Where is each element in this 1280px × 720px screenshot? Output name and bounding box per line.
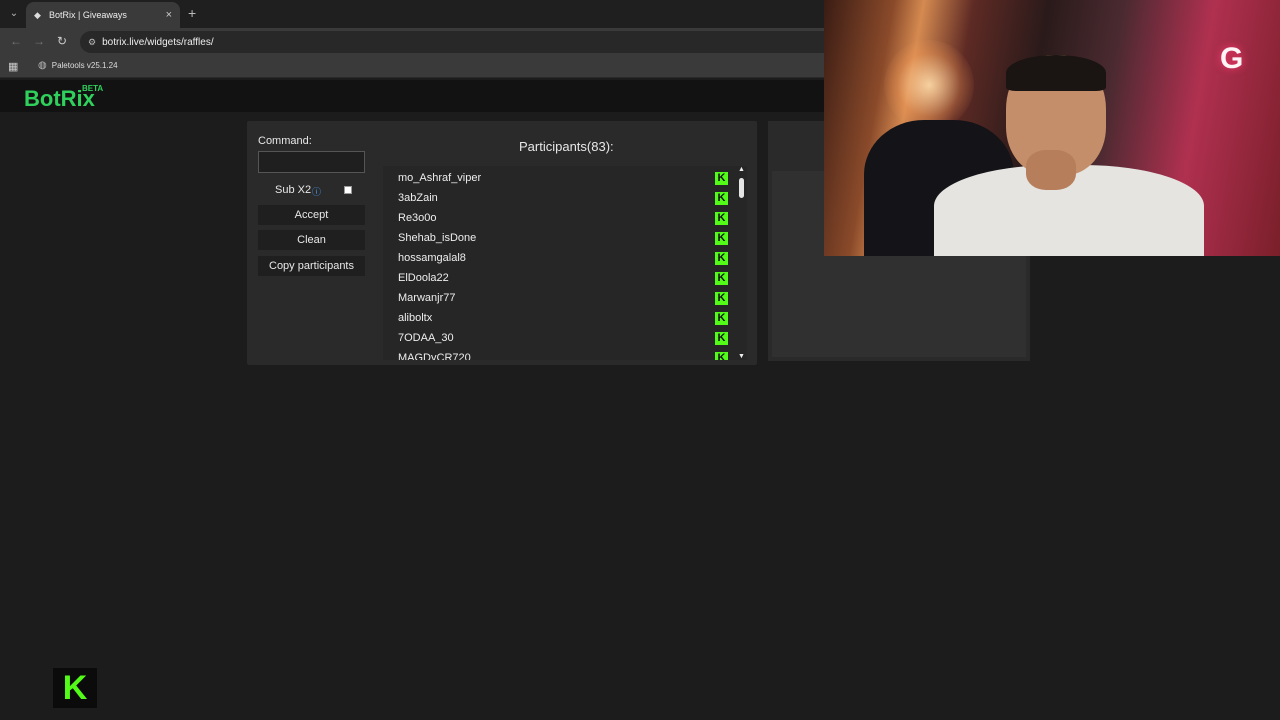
apps-grid-icon[interactable]: ▦ xyxy=(8,60,18,73)
new-tab-button[interactable]: + xyxy=(188,5,196,21)
accept-button[interactable]: Accept xyxy=(258,205,365,225)
kick-icon: K xyxy=(715,311,728,325)
scroll-thumb[interactable] xyxy=(739,178,744,198)
list-item[interactable]: MAGDyCR720 K xyxy=(398,348,728,360)
list-item[interactable]: aliboltx K xyxy=(398,308,728,328)
participant-name: MAGDyCR720 xyxy=(398,352,471,360)
list-item[interactable]: Re3o0o K xyxy=(398,208,728,228)
participant-name: aliboltx xyxy=(398,312,433,324)
command-input[interactable] xyxy=(258,151,365,173)
close-tab-icon[interactable]: × xyxy=(166,9,172,21)
kick-icon: K xyxy=(715,171,728,185)
beta-badge: BETA xyxy=(82,84,104,93)
participant-name: ElDoola22 xyxy=(398,272,449,284)
botrix-favicon-icon: ◆ xyxy=(34,9,41,20)
participant-name: Re3o0o xyxy=(398,212,437,224)
clean-button[interactable]: Clean xyxy=(258,230,365,250)
command-label: Command: xyxy=(258,135,312,147)
sub-x2-label: Sub X2 xyxy=(275,184,312,196)
address-bar[interactable]: ⚙ botrix.live/widgets/raffles/ xyxy=(80,31,840,53)
kick-icon: K xyxy=(715,231,728,245)
webcam-person xyxy=(934,55,1204,256)
webcam-overlay: G xyxy=(824,0,1280,256)
reload-icon[interactable]: ↻ xyxy=(57,34,67,48)
kick-icon: K xyxy=(715,291,728,305)
webcam-person-hair xyxy=(1006,55,1106,91)
neon-sign-logo: G xyxy=(1220,42,1244,75)
participants-scrollbar[interactable]: ▲ ▼ xyxy=(736,166,747,360)
info-icon[interactable]: ⓘ xyxy=(312,185,321,198)
participant-name: Shehab_isDone xyxy=(398,232,477,244)
participant-name: mo_Ashraf_viper xyxy=(398,172,482,184)
tab-title: BotRix | Giveaways xyxy=(49,10,127,20)
url-text: botrix.live/widgets/raffles/ xyxy=(102,36,214,48)
raffle-panel: Command: Sub X2 ⓘ Accept Clean Copy part… xyxy=(247,121,757,365)
sub-x2-checkbox[interactable] xyxy=(344,186,352,194)
site-info-icon[interactable]: ⚙ xyxy=(88,37,96,48)
list-item[interactable]: Marwanjr77 K xyxy=(398,288,728,308)
participant-name: Marwanjr77 xyxy=(398,292,456,304)
browser-tab[interactable]: ◆ BotRix | Giveaways × xyxy=(26,2,180,28)
forward-icon[interactable]: → xyxy=(33,34,45,48)
kick-logo: K xyxy=(53,668,97,708)
list-item[interactable]: 7ODAA_30 K xyxy=(398,328,728,348)
participants-title: Participants(83): xyxy=(519,139,614,154)
list-item[interactable]: hossamgalal8 K xyxy=(398,248,728,268)
bookmark-label: Paletools v25.1.24 xyxy=(51,61,118,70)
kick-icon: K xyxy=(715,251,728,265)
scroll-up-icon[interactable]: ▲ xyxy=(738,166,745,173)
participant-name: 7ODAA_30 xyxy=(398,332,454,344)
kick-icon: K xyxy=(715,331,728,345)
copy-participants-button[interactable]: Copy participants xyxy=(258,256,365,276)
bookmark-paletools[interactable]: ◍ Paletools v25.1.24 xyxy=(38,60,118,71)
webcam-person-hand xyxy=(1026,150,1076,190)
kick-icon: K xyxy=(715,351,728,360)
scroll-down-icon[interactable]: ▼ xyxy=(738,353,745,360)
kick-icon: K xyxy=(715,191,728,205)
list-item[interactable]: ElDoola22 K xyxy=(398,268,728,288)
kick-icon: K xyxy=(715,271,728,285)
list-item[interactable]: Shehab_isDone K xyxy=(398,228,728,248)
tab-search-icon[interactable]: ⌄ xyxy=(6,6,22,22)
back-icon[interactable]: ← xyxy=(10,34,22,48)
list-item[interactable]: 3abZain K xyxy=(398,188,728,208)
list-item[interactable]: mo_Ashraf_viper K xyxy=(398,168,728,188)
kick-icon: K xyxy=(715,211,728,225)
participant-name: hossamgalal8 xyxy=(398,252,466,264)
participants-list[interactable]: mo_Ashraf_viper K 3abZain K Re3o0o K She… xyxy=(383,166,747,360)
kick-icon: K xyxy=(62,669,88,707)
globe-icon: ◍ xyxy=(38,60,47,71)
participant-name: 3abZain xyxy=(398,192,438,204)
